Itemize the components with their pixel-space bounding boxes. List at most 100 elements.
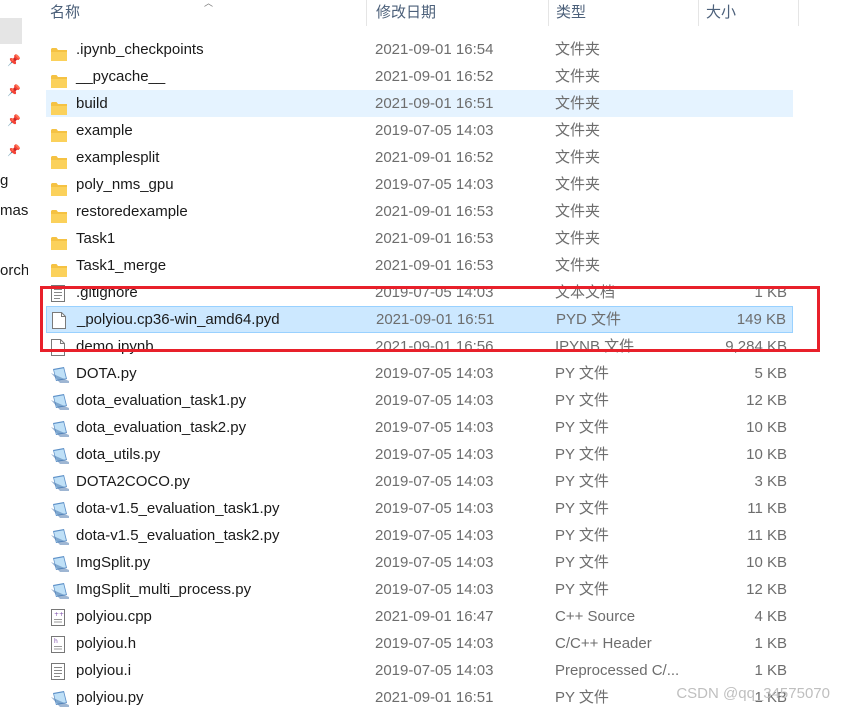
file-modified-date: 2019-07-05 14:03 — [375, 581, 494, 598]
folder-icon — [51, 205, 67, 223]
svg-text:h: h — [54, 638, 58, 645]
file-name: polyiou.cpp — [76, 608, 152, 625]
file-size: 11 KB — [747, 527, 787, 544]
file-row[interactable]: h polyiou.h 2019-07-05 14:03 C/C++ Header 1 … — [46, 630, 793, 657]
file-type: PY 文件 — [555, 581, 609, 598]
navigation-pane: 📌 📌 📌 📌 g mas orch — [0, 0, 28, 715]
python-file-icon — [51, 419, 69, 437]
file-row[interactable]: dota-v1.5_evaluation_task2.py 2019-07-05 … — [46, 522, 793, 549]
file-modified-date: 2019-07-05 14:03 — [375, 392, 494, 409]
python-file-icon — [51, 392, 69, 410]
file-type: 文件夹 — [555, 122, 601, 139]
file-row[interactable]: ImgSplit_multi_process.py 2019-07-05 14:0… — [46, 576, 793, 603]
nav-item-label[interactable]: orch — [0, 262, 28, 279]
file-name: examplesplit — [76, 149, 160, 166]
python-file-icon — [51, 581, 69, 599]
text-file-icon — [51, 662, 67, 680]
file-row[interactable]: restoredexample 2021-09-01 16:53 文件夹 — [46, 198, 793, 225]
file-type: 文件夹 — [555, 203, 601, 220]
pin-icon[interactable]: 📌 — [7, 115, 21, 127]
file-size: 10 KB — [746, 446, 787, 463]
python-file-icon — [51, 365, 69, 383]
file-row[interactable]: build 2021-09-01 16:51 文件夹 — [46, 90, 793, 117]
file-row[interactable]: poly_nms_gpu 2019-07-05 14:03 文件夹 — [46, 171, 793, 198]
file-row[interactable]: dota-v1.5_evaluation_task1.py 2019-07-05 … — [46, 495, 793, 522]
column-divider[interactable] — [698, 0, 699, 26]
file-modified-date: 2021-09-01 16:53 — [375, 257, 494, 274]
file-modified-date: 2021-09-01 16:47 — [375, 608, 494, 625]
file-name: restoredexample — [76, 203, 188, 220]
column-header-modified[interactable]: 修改日期 — [372, 0, 548, 26]
file-modified-date: 2021-09-01 16:53 — [375, 203, 494, 220]
column-divider[interactable] — [548, 0, 549, 26]
file-type: PY 文件 — [555, 419, 609, 436]
file-row[interactable]: Task1_merge 2021-09-01 16:53 文件夹 — [46, 252, 793, 279]
file-row[interactable]: example 2019-07-05 14:03 文件夹 — [46, 117, 793, 144]
file-row[interactable]: ++ polyiou.cpp 2021-09-01 16:47 C++ Source 4… — [46, 603, 793, 630]
folder-icon — [51, 124, 67, 142]
file-modified-date: 2019-07-05 14:03 — [375, 662, 494, 679]
svg-text:++: ++ — [54, 611, 64, 618]
file-row[interactable]: .ipynb_checkpoints 2021-09-01 16:54 文件夹 — [46, 36, 793, 63]
nav-item-label[interactable]: mas — [0, 202, 28, 219]
file-type: C/C++ Header — [555, 635, 652, 652]
file-row[interactable]: polyiou.i 2019-07-05 14:03 Preprocessed C/… — [46, 657, 793, 684]
file-name: dota_utils.py — [76, 446, 161, 463]
nav-selected-item[interactable] — [0, 18, 22, 44]
file-name: example — [76, 122, 133, 139]
file-name: dota_evaluation_task1.py — [76, 392, 247, 409]
file-type: 文件夹 — [555, 41, 601, 58]
file-modified-date: 2019-07-05 14:03 — [375, 473, 494, 490]
file-modified-date: 2021-09-01 16:53 — [375, 230, 494, 247]
file-type: 文件夹 — [555, 230, 601, 247]
file-modified-date: 2021-09-01 16:51 — [375, 95, 494, 112]
file-row[interactable]: dota_evaluation_task1.py 2019-07-05 14:03… — [46, 387, 793, 414]
file-type: PY 文件 — [555, 554, 609, 571]
file-name: ImgSplit_multi_process.py — [76, 581, 252, 598]
pin-icon[interactable]: 📌 — [7, 85, 21, 97]
pin-icon[interactable]: 📌 — [7, 145, 21, 157]
file-row[interactable]: DOTA2COCO.py 2019-07-05 14:03 PY 文件 3 KB — [46, 468, 793, 495]
file-row[interactable]: Task1 2021-09-01 16:53 文件夹 — [46, 225, 793, 252]
file-row[interactable]: examplesplit 2021-09-01 16:52 文件夹 — [46, 144, 793, 171]
column-divider[interactable] — [366, 0, 367, 26]
file-size: 10 KB — [746, 554, 787, 571]
file-size: 4 KB — [754, 608, 787, 625]
folder-icon — [51, 70, 67, 88]
file-name: build — [76, 95, 108, 112]
column-header-size[interactable]: 大小 — [702, 0, 798, 26]
file-size: 3 KB — [754, 473, 787, 490]
column-header: 名称 ︿ 修改日期 类型 大小 — [28, 0, 844, 26]
file-modified-date: 2019-07-05 14:03 — [375, 365, 494, 382]
file-name: dota-v1.5_evaluation_task2.py — [76, 527, 280, 544]
file-type: 文件夹 — [555, 149, 601, 166]
python-file-icon — [51, 527, 69, 545]
folder-icon — [51, 151, 67, 169]
file-modified-date: 2021-09-01 16:51 — [375, 689, 494, 706]
file-name: polyiou.i — [76, 662, 132, 679]
file-type: PY 文件 — [555, 473, 609, 490]
file-row[interactable]: dota_evaluation_task2.py 2019-07-05 14:03… — [46, 414, 793, 441]
nav-item-label[interactable]: g — [0, 172, 28, 189]
python-file-icon — [51, 473, 69, 491]
file-row[interactable]: DOTA.py 2019-07-05 14:03 PY 文件 5 KB — [46, 360, 793, 387]
file-size: 1 KB — [754, 635, 787, 652]
pin-icon[interactable]: 📌 — [7, 55, 21, 67]
folder-icon — [51, 178, 67, 196]
column-divider[interactable] — [798, 0, 799, 26]
file-name: Task1 — [76, 230, 116, 247]
file-name: DOTA.py — [76, 365, 137, 382]
file-size: 12 KB — [746, 392, 787, 409]
file-name: __pycache__ — [76, 68, 166, 85]
file-type: PY 文件 — [555, 500, 609, 517]
file-size: 11 KB — [747, 500, 787, 517]
column-header-type[interactable]: 类型 — [552, 0, 698, 26]
file-type: C++ Source — [555, 608, 636, 625]
file-modified-date: 2019-07-05 14:03 — [375, 176, 494, 193]
file-name: .ipynb_checkpoints — [76, 41, 204, 58]
file-size: 10 KB — [746, 419, 787, 436]
file-row[interactable]: ImgSplit.py 2019-07-05 14:03 PY 文件 10 KB — [46, 549, 793, 576]
file-row[interactable]: dota_utils.py 2019-07-05 14:03 PY 文件 10 KB — [46, 441, 793, 468]
file-row[interactable]: __pycache__ 2021-09-01 16:52 文件夹 — [46, 63, 793, 90]
file-name: dota_evaluation_task2.py — [76, 419, 247, 436]
